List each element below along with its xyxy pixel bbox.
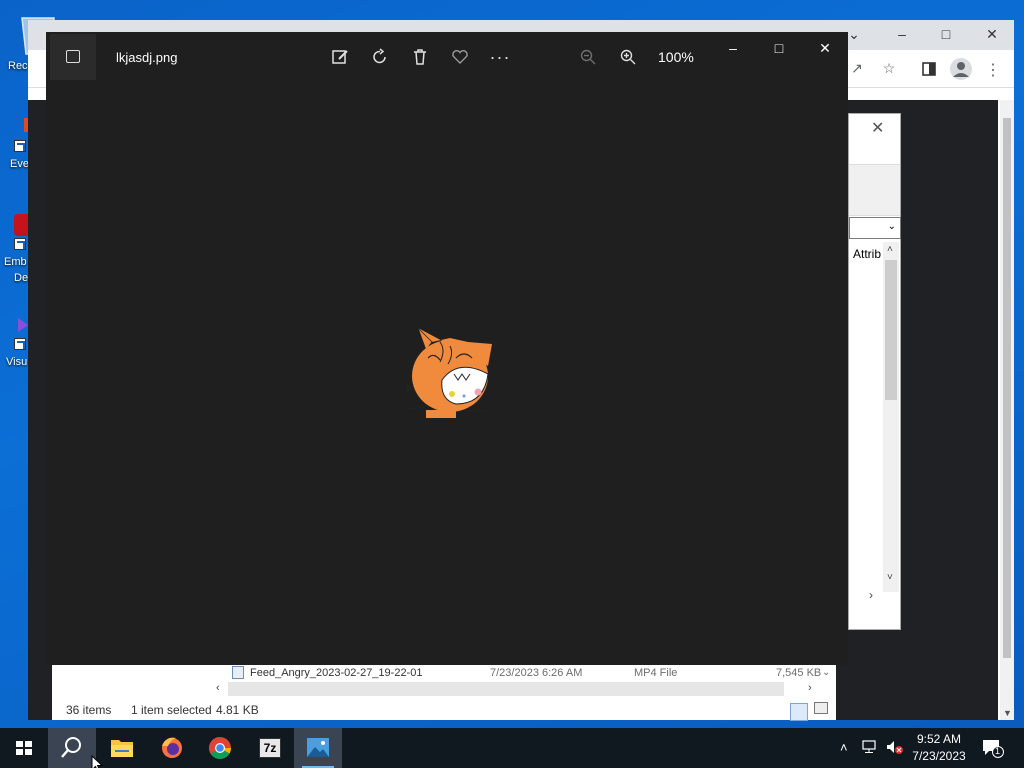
rotate-button[interactable] (366, 44, 394, 70)
network-icon[interactable] (862, 740, 878, 757)
item-count: 36 items (66, 703, 112, 717)
zoom-in-button[interactable] (614, 44, 642, 70)
notification-count: 1 (995, 746, 1001, 756)
browser-scrollbar[interactable]: ▼ (1000, 100, 1014, 720)
windows-logo-icon (16, 741, 32, 755)
edit-icon (332, 50, 348, 64)
file-date: 7/23/2023 6:26 AM (490, 667, 583, 679)
chrome-icon (209, 737, 231, 759)
scrollbar-thumb[interactable] (885, 260, 897, 400)
scroll-down-arrow-icon[interactable]: ▼ (1003, 708, 1012, 718)
dialog-scrollbar[interactable]: ˄ ˅ (883, 242, 899, 592)
video-file-icon (232, 666, 244, 679)
scroll-up-arrow-icon[interactable]: ˄ (887, 244, 893, 255)
scroll-down-arrow-icon[interactable]: ˅ (887, 572, 893, 583)
zoom-out-button[interactable] (574, 44, 602, 70)
zoom-out-icon (580, 49, 596, 65)
heart-icon (452, 50, 468, 64)
properties-dialog: ✕ ⌄ Attrib ˄ ˅ › (848, 113, 901, 630)
browser-menu-icon[interactable]: ⋮ (984, 60, 1002, 79)
zoom-level[interactable]: 100% (658, 49, 694, 65)
taskbar: 7z ˄ 9:52 AM 7/23/2023 1 (0, 728, 1024, 768)
delete-button[interactable] (406, 44, 434, 70)
share-icon[interactable]: ↗ (848, 60, 866, 78)
scroll-left-arrow-icon[interactable]: ‹ (216, 682, 220, 694)
file-explorer-window: Feed_Angry_2023-02-27_19-22-01 7/23/2023… (52, 662, 836, 721)
desktop-icon-label: Eve (10, 158, 29, 170)
7zip-icon: 7z (259, 738, 281, 758)
clock-date: 7/23/2023 (912, 749, 966, 763)
search-button[interactable] (48, 728, 96, 768)
image-filename: lkjasdj.png (116, 50, 178, 65)
details-view-icon[interactable] (790, 703, 808, 721)
profile-avatar-icon[interactable] (950, 58, 972, 80)
photos-icon (307, 738, 329, 757)
edit-image-button[interactable] (326, 44, 354, 70)
bookmark-star-icon[interactable]: ☆ (880, 60, 898, 78)
file-name: Feed_Angry_2023-02-27_19-22-01 (250, 667, 423, 679)
chevron-down-icon: ⌄ (887, 221, 896, 232)
start-button[interactable] (0, 728, 48, 768)
chevron-down-icon[interactable]: ⌄ (822, 667, 830, 678)
side-panel-icon[interactable] (920, 60, 938, 78)
folder-icon (111, 740, 133, 757)
viewer-close-button[interactable]: ✕ (810, 40, 840, 60)
large-icons-view-icon[interactable] (814, 702, 828, 714)
viewer-titlebar: lkjasdj.png ··· 100% – □ ✕ (46, 32, 848, 82)
7zip-button[interactable]: 7z (246, 728, 294, 768)
favorite-button[interactable] (446, 44, 474, 70)
photos-app-icon[interactable] (50, 34, 96, 80)
file-size: 7,545 KB (776, 667, 822, 679)
file-row[interactable]: Feed_Angry_2023-02-27_19-22-01 7/23/2023… (52, 664, 836, 682)
trash-icon (414, 49, 426, 65)
scrollbar-thumb[interactable] (1003, 118, 1011, 658)
chrome-button[interactable] (196, 728, 244, 768)
attributes-column-header: Attrib (853, 247, 882, 261)
search-icon (61, 737, 81, 758)
clock-time: 9:52 AM (916, 732, 962, 746)
file-explorer-button[interactable] (98, 728, 146, 768)
viewer-minimize-button[interactable]: – (718, 40, 748, 60)
volume-muted-icon[interactable] (886, 740, 904, 757)
shortcut-arrow-icon (14, 338, 26, 350)
selection-count: 1 item selected (131, 703, 212, 717)
desktop-icon-label: Emb (4, 256, 27, 268)
dialog-dropdown[interactable]: ⌄ (849, 217, 901, 239)
system-clock[interactable]: 9:52 AM 7/23/2023 (908, 731, 970, 765)
shortcut-arrow-icon (14, 238, 26, 250)
scroll-right-arrow-icon[interactable]: › (869, 588, 873, 602)
photos-button[interactable] (294, 728, 342, 768)
dialog-close-button[interactable]: ✕ (871, 118, 884, 138)
viewer-maximize-button[interactable]: □ (764, 40, 794, 60)
zoom-in-icon (620, 49, 636, 65)
more-options-button[interactable]: ··· (486, 44, 514, 70)
visual-studio-icon (18, 318, 28, 332)
dialog-header-band (849, 164, 900, 216)
show-hidden-icons-chevron-icon[interactable]: ˄ (840, 740, 848, 755)
rotate-icon (373, 48, 386, 64)
notification-center-icon[interactable]: 1 (982, 738, 1004, 761)
browser-close-button[interactable]: ✕ (982, 26, 1002, 44)
browser-maximize-button[interactable]: □ (936, 26, 956, 44)
desktop-icon-label: Rec (8, 60, 28, 72)
selection-size: 4.81 KB (216, 703, 259, 717)
desktop-icon-label-line2: De (14, 272, 29, 284)
firefox-button[interactable] (148, 728, 196, 768)
horizontal-scrollbar[interactable] (228, 682, 784, 696)
firefox-icon (162, 737, 182, 758)
file-type: MP4 File (634, 667, 678, 679)
browser-minimize-button[interactable]: – (892, 26, 912, 44)
shortcut-arrow-icon (14, 140, 26, 152)
scroll-right-arrow-icon[interactable]: › (808, 682, 812, 694)
mouse-cursor-icon (91, 755, 103, 768)
desktop-icon-label: Visu (6, 356, 28, 368)
displayed-image-cat-drawing (403, 327, 495, 418)
status-bar: 36 items 1 item selected 4.81 KB (52, 698, 836, 721)
